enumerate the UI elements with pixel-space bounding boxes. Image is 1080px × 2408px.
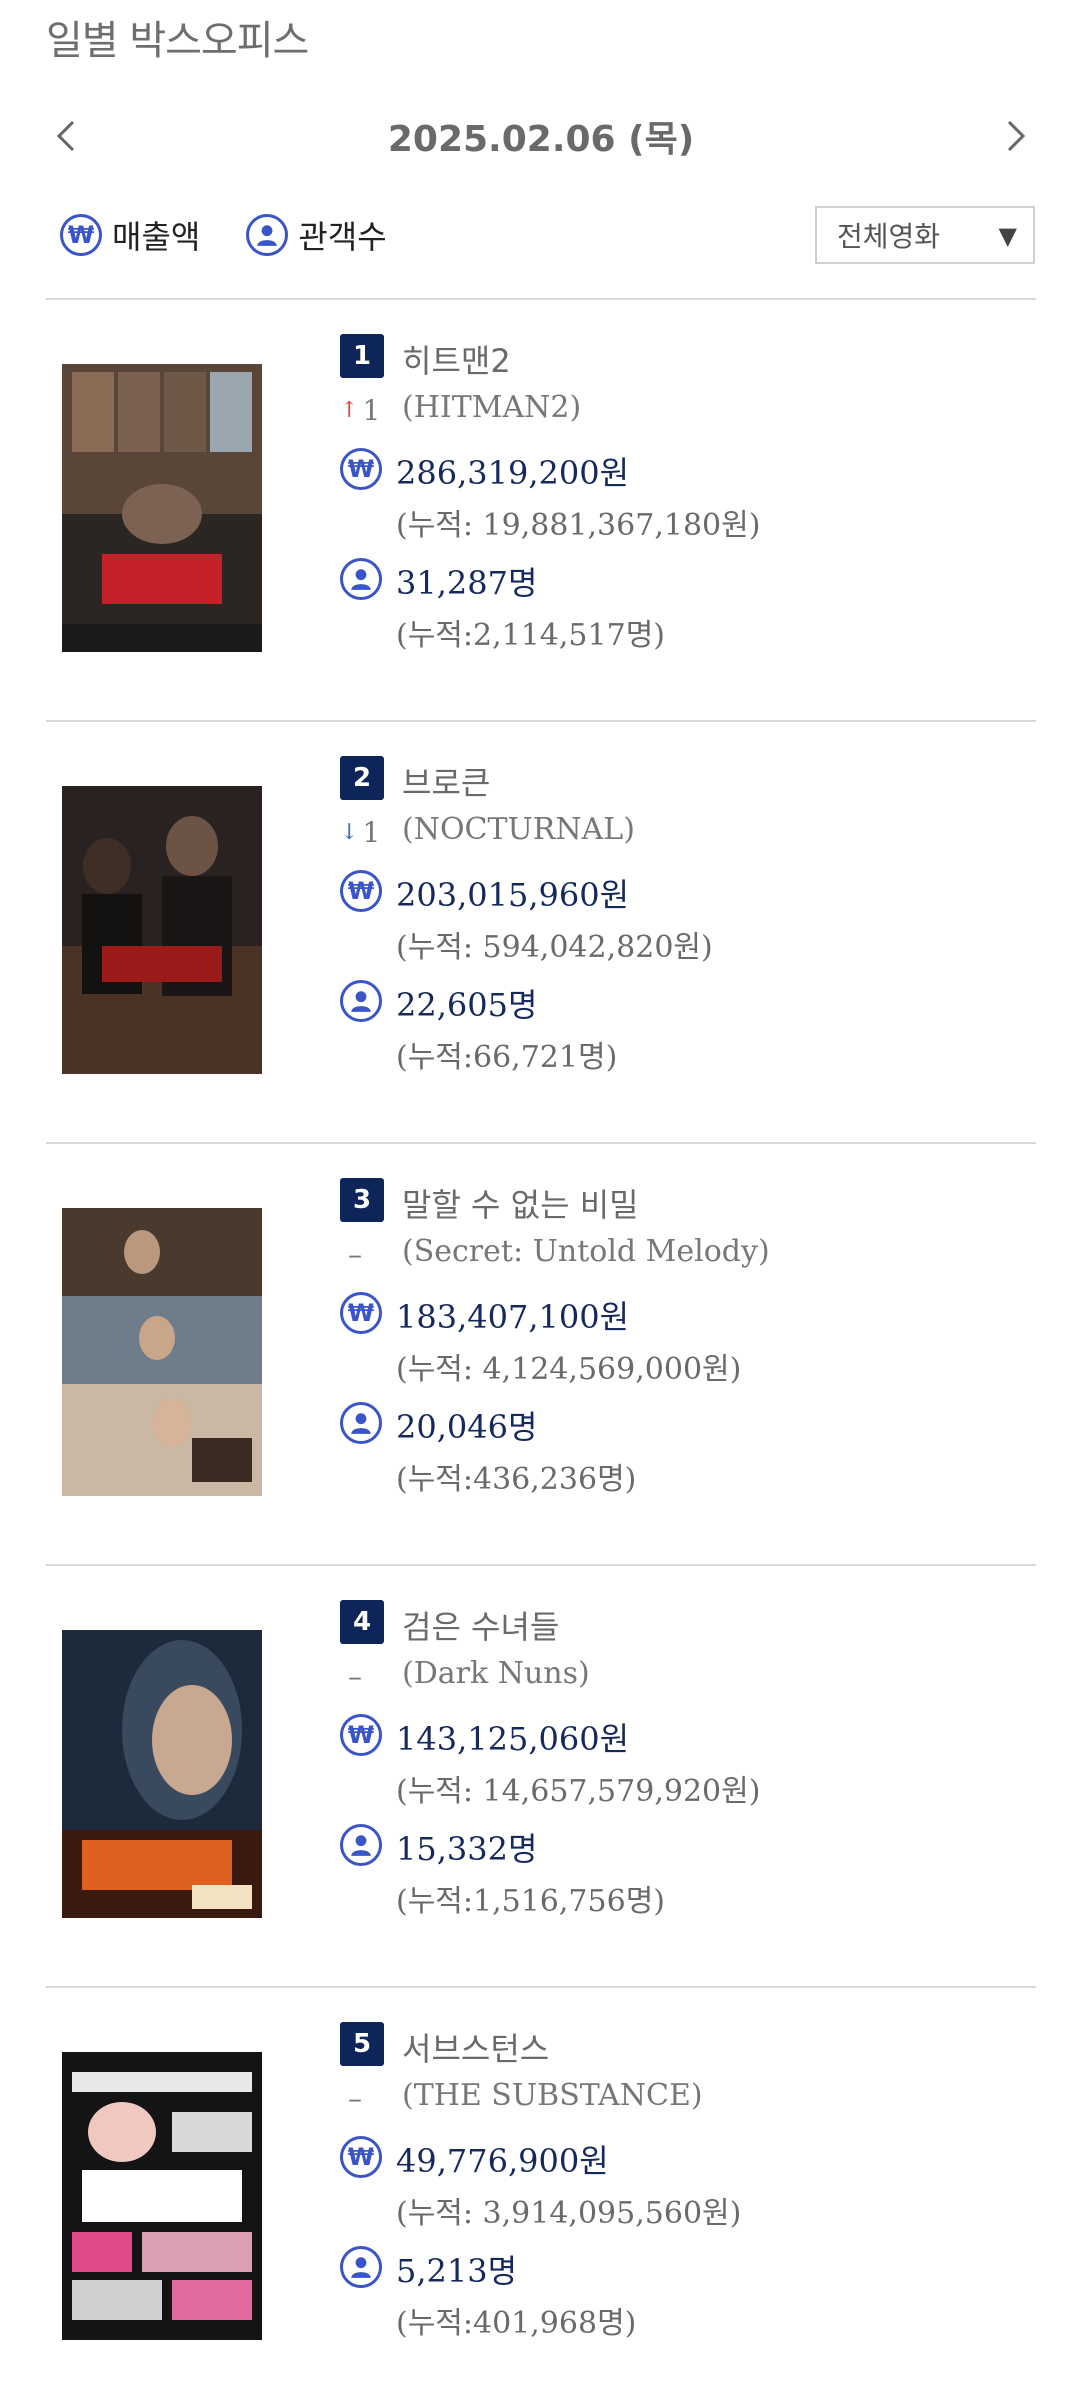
movie-english-title: (Dark Nuns) [402, 1656, 590, 1691]
legend: ₩ 매출액 관객수 [60, 210, 433, 260]
legend-audience: 관객수 [246, 212, 387, 258]
rank-change: ↓ 1 [340, 814, 390, 850]
rank-badge: 3 [340, 1178, 384, 1222]
daily-audience: 5,213명 [396, 2252, 518, 2290]
daily-sales: 183,407,100원 [396, 1298, 630, 1336]
daily-sales: 143,125,060원 [396, 1720, 630, 1758]
won-icon: ₩ [60, 214, 102, 256]
rank-badge: 2 [340, 756, 384, 800]
legend-sales: ₩ 매출액 [60, 212, 200, 258]
won-icon: ₩ [340, 1292, 382, 1334]
movie-title[interactable]: 히트맨2 [402, 336, 511, 382]
cumulative-audience: (누적:66,721명) [396, 1040, 618, 1075]
person-icon [340, 1402, 382, 1444]
movie-title[interactable]: 말할 수 없는 비밀 [402, 1180, 639, 1226]
daily-audience: 22,605명 [396, 986, 538, 1024]
won-icon: ₩ [340, 1714, 382, 1756]
movie-english-title: (NOCTURNAL) [402, 812, 635, 847]
movie-english-title: (Secret: Untold Melody) [402, 1234, 770, 1269]
movie-poster[interactable] [62, 1630, 262, 1918]
caret-down-icon: ▼ [998, 222, 1017, 250]
movie-poster[interactable] [62, 2052, 262, 2340]
movie-item[interactable]: 4 검은 수녀들 – (Dark Nuns) ₩143,125,060원 (누적: 14,… [46, 1566, 1036, 1986]
cumulative-sales: (누적: 4,124,569,000원) [396, 1352, 742, 1387]
movie-item[interactable]: 5 서브스턴스 – (THE SUBSTANCE) ₩49,776,900원 (누적: 3… [46, 1988, 1036, 2408]
legend-sales-label: 매출액 [112, 218, 201, 256]
cumulative-sales: (누적: 14,657,579,920원) [396, 1774, 761, 1809]
rank-change: ↑ 1 [340, 392, 390, 428]
cumulative-audience: (누적:436,236명) [396, 1462, 637, 1497]
cumulative-sales: (누적: 594,042,820원) [396, 930, 713, 965]
rank-change: – [340, 1658, 390, 1694]
rank-change-value: – [348, 1237, 362, 1271]
page-title: 일별 박스오피스 [46, 18, 309, 64]
movie-title[interactable]: 브로큰 [402, 758, 490, 804]
next-date-button[interactable] [996, 116, 1036, 156]
movie-english-title: (HITMAN2) [402, 390, 582, 425]
box-office-page: 일별 박스오피스 2025.02.06 (목) ₩ 매출액 관객수 전체영화 ▼… [0, 0, 1080, 2398]
date-label: 2025.02.06 (목) [387, 119, 695, 160]
movie-title[interactable]: 서브스턴스 [402, 2024, 549, 2070]
won-icon: ₩ [340, 448, 382, 490]
rank-badge: 1 [340, 334, 384, 378]
rank-badge: 5 [340, 2022, 384, 2066]
person-icon [340, 2246, 382, 2288]
arrow-up-icon: ↑ [340, 397, 359, 423]
filter-selected-value: 전체영화 [837, 220, 941, 253]
movie-poster[interactable] [62, 364, 262, 652]
rank-change: – [340, 2080, 390, 2116]
person-icon [340, 1824, 382, 1866]
won-icon: ₩ [340, 2136, 382, 2178]
cumulative-sales: (누적: 19,881,367,180원) [396, 508, 761, 543]
arrow-down-icon: ↓ [340, 819, 359, 845]
movie-item[interactable]: 2 브로큰 ↓ 1 (NOCTURNAL) ₩203,015,960원 (누적: 594,0… [46, 722, 1036, 1142]
rank-badge: 4 [340, 1600, 384, 1644]
daily-sales: 286,319,200원 [396, 454, 630, 492]
date-navigator: 2025.02.06 (목) [46, 100, 1036, 180]
cumulative-sales: (누적: 3,914,095,560원) [396, 2196, 742, 2231]
rank-change-value: 1 [362, 393, 381, 427]
cumulative-audience: (누적:1,516,756명) [396, 1884, 665, 1919]
movie-title[interactable]: 검은 수녀들 [402, 1602, 559, 1648]
movie-item[interactable]: 1 히트맨2 ↑ 1 (HITMAN2) ₩286,319,200원 (누적: 19,881… [46, 300, 1036, 720]
rank-change-value: – [348, 1659, 362, 1693]
rank-change: – [340, 1236, 390, 1272]
person-icon [340, 980, 382, 1022]
rank-change-value: – [348, 2081, 362, 2115]
movie-poster[interactable] [62, 1208, 262, 1496]
cumulative-audience: (누적:401,968명) [396, 2306, 637, 2341]
chevron-right-icon [1007, 120, 1026, 152]
daily-audience: 31,287명 [396, 564, 538, 602]
movie-poster[interactable] [62, 786, 262, 1074]
won-icon: ₩ [340, 870, 382, 912]
movie-item[interactable]: 3 말할 수 없는 비밀 – (Secret: Untold Melody) ₩183,… [46, 1144, 1036, 1564]
movie-english-title: (THE SUBSTANCE) [402, 2078, 703, 2113]
rank-change-value: 1 [362, 815, 381, 849]
legend-audience-label: 관객수 [298, 218, 387, 256]
movie-filter-select[interactable]: 전체영화 ▼ [815, 206, 1035, 264]
person-icon [340, 558, 382, 600]
cumulative-audience: (누적:2,114,517명) [396, 618, 665, 653]
daily-sales: 203,015,960원 [396, 876, 630, 914]
daily-sales: 49,776,900원 [396, 2142, 609, 2180]
daily-audience: 20,046명 [396, 1408, 538, 1446]
daily-audience: 15,332명 [396, 1830, 538, 1868]
person-icon [246, 214, 289, 256]
